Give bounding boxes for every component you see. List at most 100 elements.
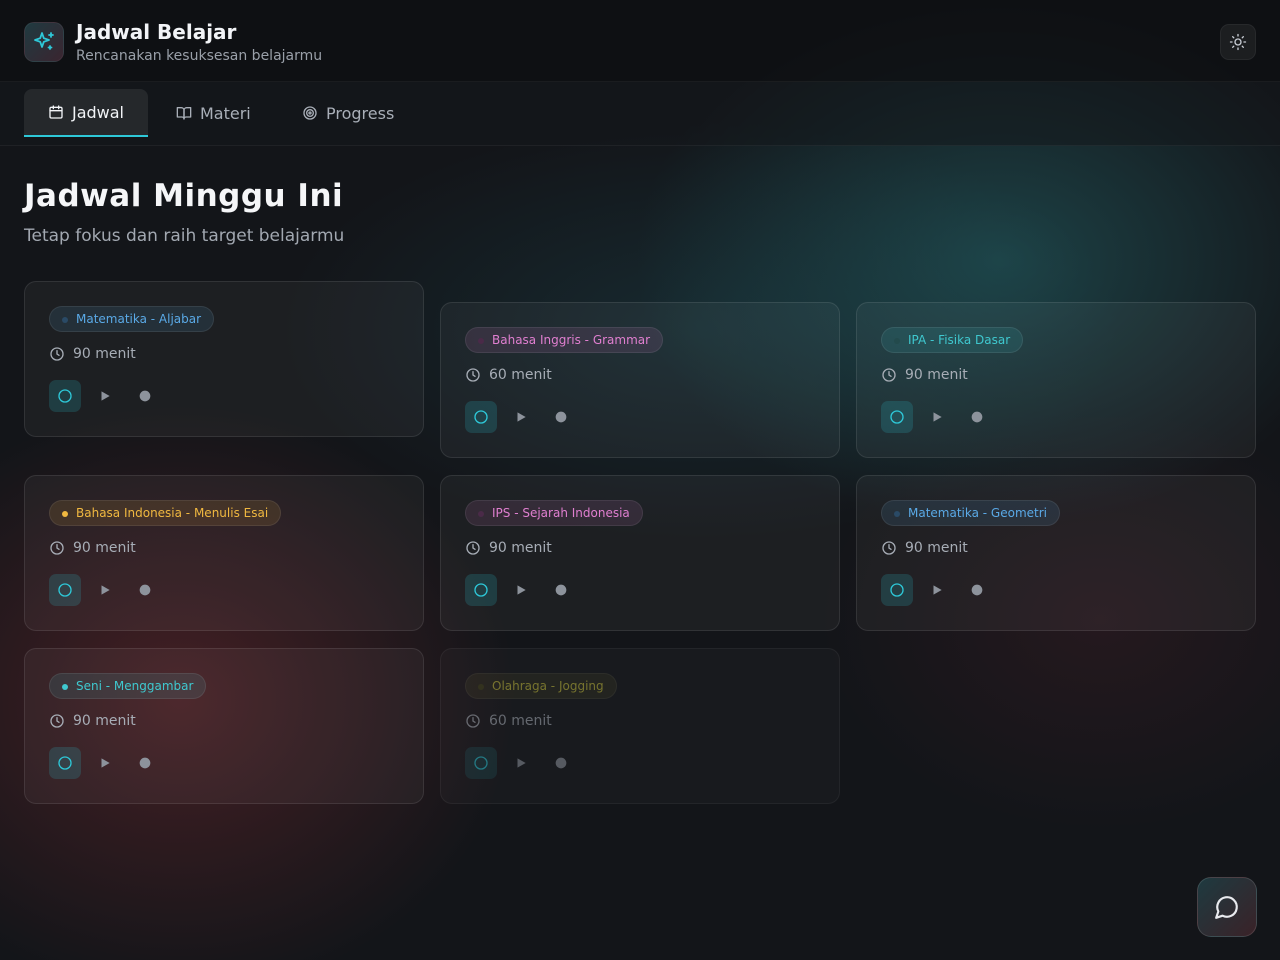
schedule-card[interactable]: Matematika - Geometri 90 menit bbox=[856, 475, 1256, 631]
clock-icon bbox=[466, 368, 480, 382]
page-subtitle: Tetap fokus dan raih target belajarmu bbox=[24, 226, 345, 246]
clock-icon bbox=[50, 714, 64, 728]
card-actions bbox=[881, 401, 993, 433]
chat-button[interactable] bbox=[1197, 877, 1257, 937]
schedule-card[interactable]: Seni - Menggambar 90 menit bbox=[24, 648, 424, 804]
duration: 60 menit bbox=[465, 713, 552, 729]
subject-chip: Bahasa Inggris - Grammar bbox=[465, 327, 664, 353]
stop-button[interactable] bbox=[129, 574, 161, 606]
clock-icon bbox=[50, 541, 64, 555]
start-button[interactable] bbox=[505, 574, 537, 606]
duration: 60 menit bbox=[465, 367, 552, 383]
card-actions bbox=[881, 574, 993, 606]
subject-label: Seni - Menggambar bbox=[76, 679, 194, 693]
circle-icon bbox=[58, 389, 72, 403]
start-button[interactable] bbox=[921, 574, 953, 606]
duration-label: 60 menit bbox=[489, 713, 552, 729]
circle-icon bbox=[58, 756, 72, 770]
complete-button[interactable] bbox=[49, 574, 81, 606]
subject-chip: Bahasa Indonesia - Menulis Esai bbox=[49, 500, 282, 526]
subject-dot bbox=[894, 511, 900, 517]
complete-button[interactable] bbox=[49, 747, 81, 779]
tab-materi[interactable]: Materi bbox=[152, 89, 275, 137]
start-button[interactable] bbox=[89, 747, 121, 779]
record-icon bbox=[555, 584, 567, 596]
record-icon bbox=[555, 411, 567, 423]
schedule-card[interactable]: Matematika - Aljabar 90 menit bbox=[24, 281, 424, 437]
target-icon bbox=[303, 106, 317, 120]
complete-button[interactable] bbox=[465, 574, 497, 606]
play-icon bbox=[101, 758, 110, 768]
subject-chip: Matematika - Geometri bbox=[881, 500, 1060, 526]
complete-button[interactable] bbox=[881, 574, 913, 606]
record-icon bbox=[971, 411, 983, 423]
app-header: Jadwal Belajar Rencanakan kesuksesan bel… bbox=[0, 0, 1280, 82]
duration: 90 menit bbox=[881, 540, 968, 556]
duration-label: 90 menit bbox=[905, 540, 968, 556]
duration-label: 90 menit bbox=[489, 540, 552, 556]
start-button[interactable] bbox=[505, 401, 537, 433]
subject-label: IPS - Sejarah Indonesia bbox=[492, 506, 630, 520]
card-actions bbox=[465, 574, 577, 606]
subject-chip: Olahraga - Jogging bbox=[465, 673, 617, 699]
subject-dot bbox=[62, 684, 68, 690]
card-actions bbox=[49, 574, 161, 606]
complete-button[interactable] bbox=[49, 380, 81, 412]
tab-materi-label: Materi bbox=[200, 103, 251, 123]
circle-icon bbox=[474, 410, 488, 424]
duration: 90 menit bbox=[49, 346, 136, 362]
circle-icon bbox=[890, 410, 904, 424]
clock-icon bbox=[882, 541, 896, 555]
record-icon bbox=[139, 757, 151, 769]
start-button[interactable] bbox=[505, 747, 537, 779]
play-icon bbox=[517, 758, 526, 768]
start-button[interactable] bbox=[89, 380, 121, 412]
duration: 90 menit bbox=[49, 713, 136, 729]
sun-icon bbox=[1229, 33, 1247, 51]
schedule-card[interactable]: Olahraga - Jogging 60 menit bbox=[440, 648, 840, 804]
circle-icon bbox=[474, 583, 488, 597]
stop-button[interactable] bbox=[129, 380, 161, 412]
subject-chip: Seni - Menggambar bbox=[49, 673, 207, 699]
complete-button[interactable] bbox=[465, 747, 497, 779]
tab-jadwal[interactable]: Jadwal bbox=[24, 89, 148, 137]
play-icon bbox=[101, 585, 110, 595]
subject-dot bbox=[478, 338, 484, 344]
record-icon bbox=[971, 584, 983, 596]
subject-dot bbox=[62, 511, 68, 517]
tab-progress[interactable]: Progress bbox=[278, 89, 418, 137]
duration: 90 menit bbox=[881, 367, 968, 383]
card-actions bbox=[465, 747, 577, 779]
complete-button[interactable] bbox=[465, 401, 497, 433]
card-actions bbox=[465, 401, 577, 433]
subject-chip: IPA - Fisika Dasar bbox=[881, 327, 1024, 353]
play-icon bbox=[933, 585, 942, 595]
stop-button[interactable] bbox=[961, 401, 993, 433]
circle-icon bbox=[890, 583, 904, 597]
schedule-card[interactable]: Bahasa Indonesia - Menulis Esai 90 menit bbox=[24, 475, 424, 631]
theme-toggle-button[interactable] bbox=[1220, 24, 1256, 60]
stop-button[interactable] bbox=[545, 401, 577, 433]
stop-button[interactable] bbox=[545, 747, 577, 779]
schedule-card[interactable]: IPA - Fisika Dasar 90 menit bbox=[856, 302, 1256, 458]
stop-button[interactable] bbox=[545, 574, 577, 606]
stop-button[interactable] bbox=[129, 747, 161, 779]
schedule-card[interactable]: Bahasa Inggris - Grammar 60 menit bbox=[440, 302, 840, 458]
clock-icon bbox=[50, 347, 64, 361]
stop-button[interactable] bbox=[961, 574, 993, 606]
sparkles-logo-icon bbox=[24, 22, 64, 62]
start-button[interactable] bbox=[89, 574, 121, 606]
duration-label: 60 menit bbox=[489, 367, 552, 383]
duration-label: 90 menit bbox=[73, 346, 136, 362]
schedule-card[interactable]: IPS - Sejarah Indonesia 90 menit bbox=[440, 475, 840, 631]
complete-button[interactable] bbox=[881, 401, 913, 433]
start-button[interactable] bbox=[921, 401, 953, 433]
card-actions bbox=[49, 747, 161, 779]
app-subtitle: Rencanakan kesuksesan belajarmu bbox=[76, 48, 323, 64]
card-actions bbox=[49, 380, 161, 412]
tab-progress-label: Progress bbox=[326, 103, 395, 123]
clock-icon bbox=[466, 714, 480, 728]
app-title: Jadwal Belajar bbox=[76, 20, 237, 44]
circle-icon bbox=[474, 756, 488, 770]
tab-jadwal-label: Jadwal bbox=[71, 102, 124, 122]
